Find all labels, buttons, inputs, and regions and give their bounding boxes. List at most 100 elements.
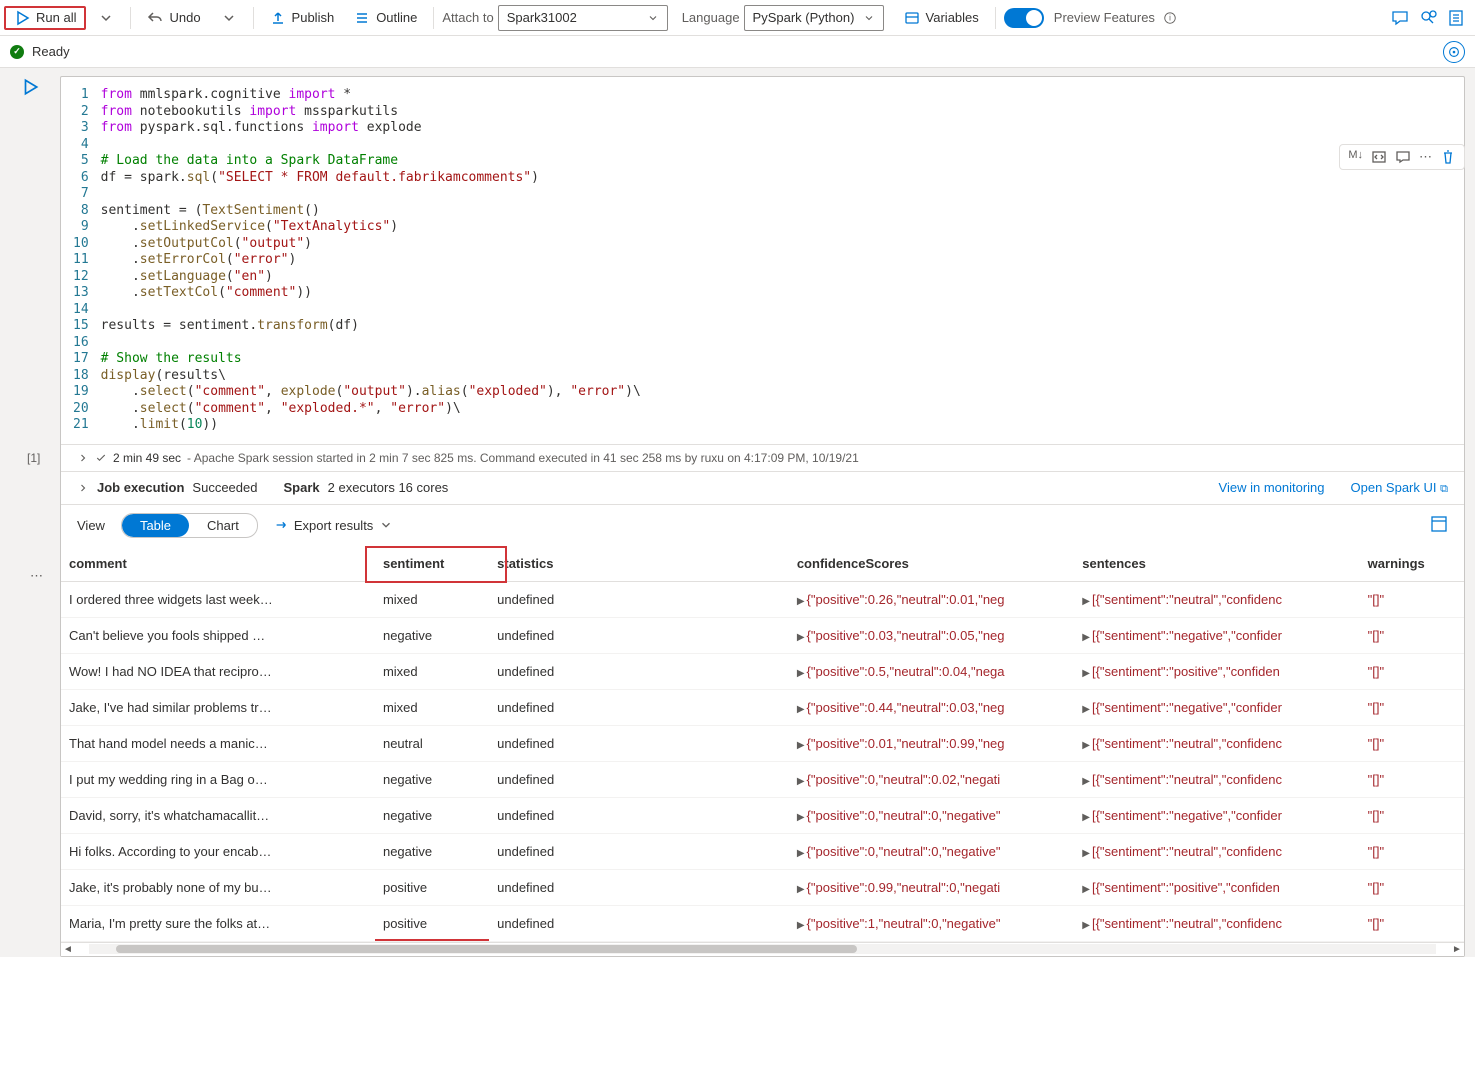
cell-sentences[interactable]: ▶[{"sentiment":"negative","confider	[1074, 617, 1359, 653]
cell-confidence[interactable]: ▶{"positive":0.5,"neutral":0.04,"nega	[789, 653, 1074, 689]
cell-sentences[interactable]: ▶[{"sentiment":"neutral","confidenc	[1074, 581, 1359, 617]
cell-sentences[interactable]: ▶[{"sentiment":"positive","confiden	[1074, 869, 1359, 905]
cell-statistics: undefined	[489, 833, 789, 869]
find-icon[interactable]	[1419, 9, 1437, 27]
outline-button[interactable]: Outline	[346, 6, 425, 30]
scroll-thumb[interactable]	[116, 945, 857, 953]
properties-icon	[1447, 45, 1461, 59]
cell-comment: Can't believe you fools shipped …	[61, 617, 375, 653]
header-statistics[interactable]: statistics	[489, 546, 789, 582]
header-confidence[interactable]: confidenceScores	[789, 546, 1074, 582]
cell-sentences[interactable]: ▶[{"sentiment":"neutral","confidenc	[1074, 905, 1359, 941]
table-header-row: comment sentiment statistics confidenceS…	[61, 546, 1464, 582]
cell-sentences[interactable]: ▶[{"sentiment":"negative","confider	[1074, 797, 1359, 833]
chart-view-button[interactable]: Chart	[189, 514, 257, 537]
cell-sentiment: positive	[375, 869, 489, 905]
cell-confidence[interactable]: ▶{"positive":0.26,"neutral":0.01,"neg	[789, 581, 1074, 617]
export-results-button[interactable]: Export results	[274, 518, 393, 533]
export-label: Export results	[294, 518, 373, 533]
open-spark-ui-link[interactable]: Open Spark UI ⧉	[1351, 480, 1448, 496]
cell-confidence[interactable]: ▶{"positive":0,"neutral":0,"negative"	[789, 833, 1074, 869]
cell-sentences[interactable]: ▶[{"sentiment":"negative","confider	[1074, 689, 1359, 725]
publish-button[interactable]: Publish	[262, 6, 343, 30]
chevron-right-icon[interactable]	[77, 482, 89, 494]
spark-label: Spark	[283, 480, 319, 495]
info-icon[interactable]: i	[1163, 11, 1177, 25]
scroll-left-arrow[interactable]: ◄	[61, 944, 75, 955]
comment-icon[interactable]	[1391, 9, 1409, 27]
run-all-button[interactable]: Run all	[4, 6, 86, 30]
properties-button[interactable]	[1443, 41, 1465, 63]
table-row[interactable]: Maria, I'm pretty sure the folks at…posi…	[61, 905, 1464, 941]
variables-label: Variables	[926, 10, 979, 25]
undo-dropdown[interactable]	[213, 6, 245, 30]
cell-statistics: undefined	[489, 869, 789, 905]
delete-cell-icon[interactable]	[1440, 149, 1456, 165]
variables-button[interactable]: Variables	[896, 6, 987, 30]
maximize-icon	[1430, 515, 1448, 533]
cell-warnings: "[]"	[1360, 725, 1464, 761]
scroll-track[interactable]	[89, 944, 1436, 954]
header-comment[interactable]: comment	[61, 546, 375, 582]
cell-sentences[interactable]: ▶[{"sentiment":"neutral","confidenc	[1074, 725, 1359, 761]
cell-comment: Jake, it's probably none of my bu…	[61, 869, 375, 905]
run-dropdown[interactable]	[90, 6, 122, 30]
cell-sentences[interactable]: ▶[{"sentiment":"neutral","confidenc	[1074, 761, 1359, 797]
more-actions[interactable]: ⋯	[24, 568, 49, 584]
separator	[995, 7, 996, 29]
cell-confidence[interactable]: ▶{"positive":0,"neutral":0.02,"negati	[789, 761, 1074, 797]
move-cell-icon[interactable]: M↓	[1348, 149, 1363, 165]
cell-sentences[interactable]: ▶[{"sentiment":"positive","confiden	[1074, 653, 1359, 689]
chevron-down-icon	[221, 10, 237, 26]
table-row[interactable]: Hi folks. According to your encab…negati…	[61, 833, 1464, 869]
cell-warnings: "[]"	[1360, 617, 1464, 653]
table-row[interactable]: David, sorry, it's whatchamacallit…negat…	[61, 797, 1464, 833]
notebook-icon[interactable]	[1447, 9, 1465, 27]
maximize-button[interactable]	[1430, 515, 1448, 536]
spark-detail: 2 executors 16 cores	[328, 480, 449, 495]
cell-confidence[interactable]: ▶{"positive":1,"neutral":0,"negative"	[789, 905, 1074, 941]
cell-confidence[interactable]: ▶{"positive":0.03,"neutral":0.05,"neg	[789, 617, 1074, 653]
chevron-down-icon	[98, 10, 114, 26]
preview-toggle[interactable]	[1004, 8, 1044, 28]
horizontal-scrollbar[interactable]: ◄ ►	[61, 942, 1464, 956]
cell-confidence[interactable]: ▶{"positive":0.44,"neutral":0.03,"neg	[789, 689, 1074, 725]
more-cell-icon[interactable]: ⋯	[1419, 149, 1432, 165]
table-view-button[interactable]: Table	[122, 514, 189, 537]
toolbar-right-icons	[1391, 9, 1471, 27]
header-sentiment[interactable]: sentiment	[375, 546, 489, 582]
cell-statistics: undefined	[489, 617, 789, 653]
run-cell-icon[interactable]	[21, 78, 39, 96]
cell-confidence[interactable]: ▶{"positive":0.99,"neutral":0,"negati	[789, 869, 1074, 905]
table-row[interactable]: I put my wedding ring in a Bag o…negativ…	[61, 761, 1464, 797]
results-table: comment sentiment statistics confidenceS…	[61, 546, 1464, 942]
table-row[interactable]: Jake, it's probably none of my bu…positi…	[61, 869, 1464, 905]
cell-confidence[interactable]: ▶{"positive":0.01,"neutral":0.99,"neg	[789, 725, 1074, 761]
header-warnings[interactable]: warnings	[1360, 546, 1464, 582]
undo-button[interactable]: Undo	[139, 6, 208, 30]
table-row[interactable]: I ordered three widgets last week…mixedu…	[61, 581, 1464, 617]
header-sentences[interactable]: sentences	[1074, 546, 1359, 582]
language-select[interactable]: PySpark (Python)	[744, 5, 884, 31]
comment-cell-icon[interactable]	[1395, 149, 1411, 165]
table-row[interactable]: Can't believe you fools shipped …negativ…	[61, 617, 1464, 653]
cell-sentences[interactable]: ▶[{"sentiment":"neutral","confidenc	[1074, 833, 1359, 869]
scroll-right-arrow[interactable]: ►	[1450, 944, 1464, 955]
chevron-right-icon[interactable]	[77, 452, 89, 464]
status-ok-icon	[10, 45, 24, 59]
view-monitoring-link[interactable]: View in monitoring	[1219, 480, 1325, 495]
code-body[interactable]: 1 2 3 4 5 6 7 8 9 10 11 12 13 14 15 16 1…	[61, 77, 1464, 444]
cell-statistics: undefined	[489, 905, 789, 941]
cell-comment: Maria, I'm pretty sure the folks at…	[61, 905, 375, 941]
publish-icon	[270, 10, 286, 26]
table-row[interactable]: That hand model needs a manic…neutralund…	[61, 725, 1464, 761]
table-row[interactable]: Wow! I had NO IDEA that recipro…mixedund…	[61, 653, 1464, 689]
job-execution-row: Job execution Succeeded Spark 2 executor…	[61, 471, 1464, 504]
attach-to-select[interactable]: Spark31002	[498, 5, 668, 31]
cell-confidence[interactable]: ▶{"positive":0,"neutral":0,"negative"	[789, 797, 1074, 833]
code-content[interactable]: from mmlspark.cognitive import * from no…	[101, 87, 641, 434]
cell-sentiment: negative	[375, 833, 489, 869]
convert-cell-icon[interactable]	[1371, 149, 1387, 165]
table-row[interactable]: Jake, I've had similar problems tr…mixed…	[61, 689, 1464, 725]
outline-label: Outline	[376, 10, 417, 25]
